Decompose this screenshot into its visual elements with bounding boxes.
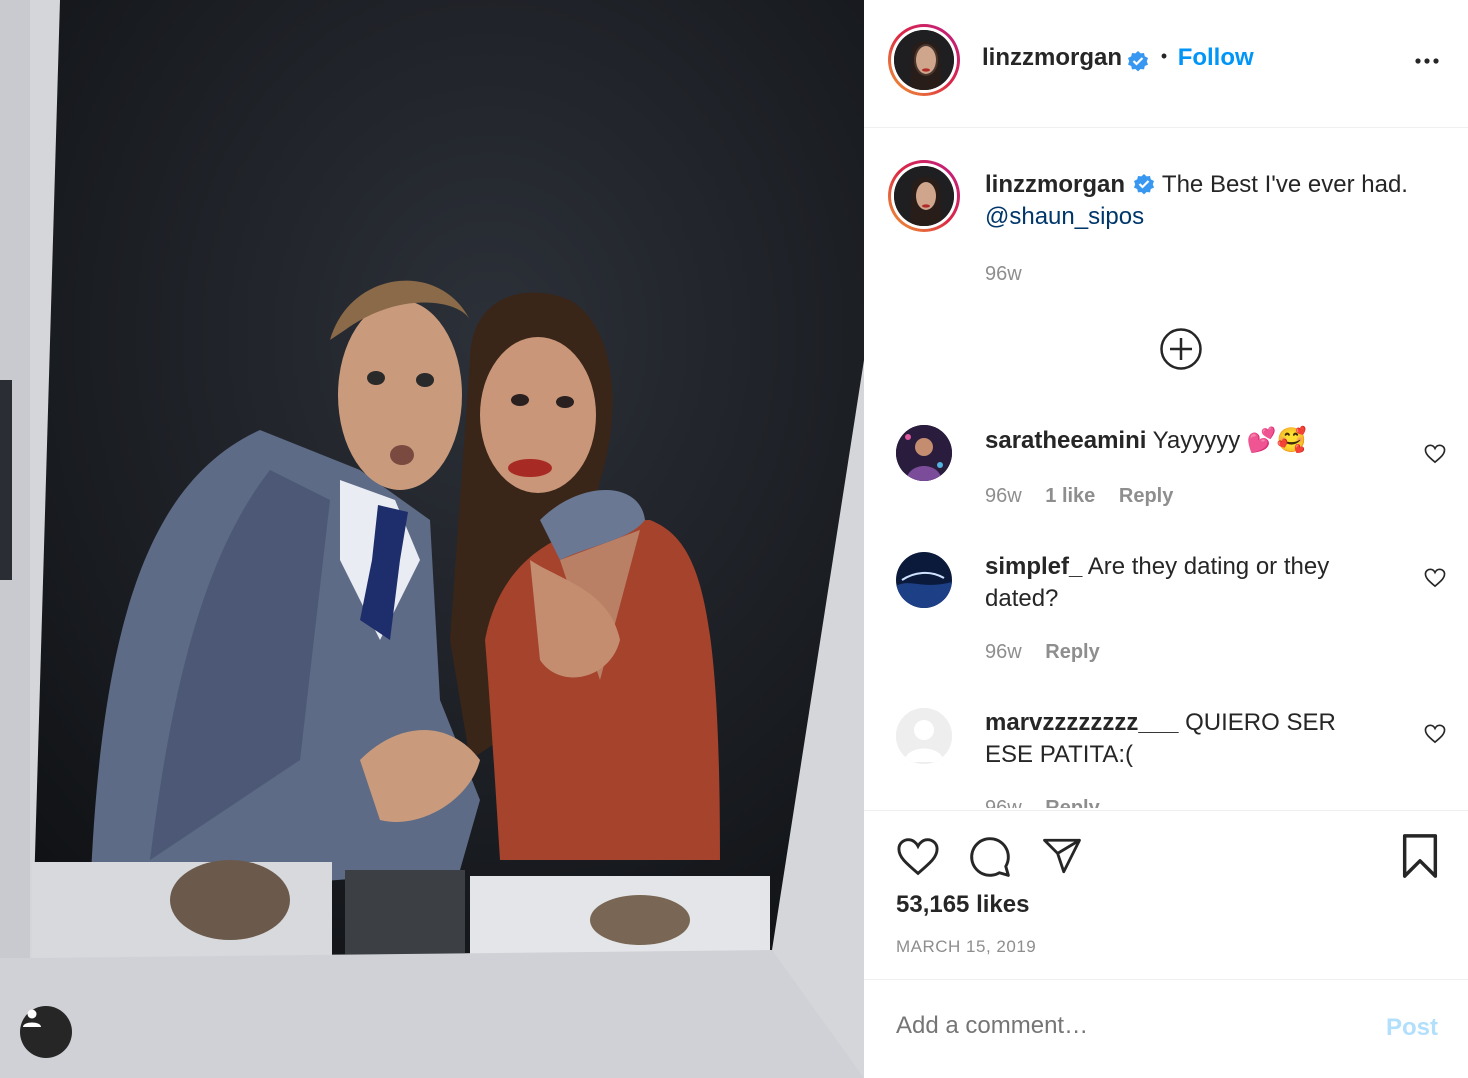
comment-age[interactable]: 96w: [985, 485, 1022, 507]
heart-icon[interactable]: [1424, 724, 1446, 744]
author-username[interactable]: linzzmorgan: [982, 44, 1122, 71]
comment-age[interactable]: 96w: [985, 641, 1022, 663]
commenter-username[interactable]: marvzzzzzzzz___: [985, 709, 1178, 736]
follow-button[interactable]: Follow: [1178, 44, 1254, 71]
commenter-username[interactable]: saratheeamini: [985, 427, 1146, 454]
author-avatar[interactable]: [888, 24, 960, 96]
verified-icon: [1128, 50, 1149, 72]
add-comment-input[interactable]: [896, 1012, 1356, 1040]
user-tag-icon: [23, 1009, 41, 1027]
caption: linzzmorgan The Best I've ever had. @sha…: [985, 169, 1455, 286]
comment-icon[interactable]: [968, 835, 1012, 879]
caption-age[interactable]: 96w: [985, 263, 1455, 286]
bookmark-icon[interactable]: [1400, 833, 1440, 879]
post-header: linzzmorgan • Follow: [864, 0, 1468, 128]
post-actions: 53,165 likes MARCH 15, 2019: [864, 810, 1468, 980]
comment-item: simplef_ Are they dating or they dated? …: [864, 528, 1468, 684]
header-separator: •: [1160, 46, 1168, 66]
commenter-avatar-image: [896, 552, 952, 608]
post-side-panel: linzzmorgan • Follow linzzmorgan The Bes…: [864, 0, 1468, 1078]
comments-list: saratheeamini Yayyyyy 💕🥰 96w 1 like Repl…: [864, 400, 1468, 808]
caption-username[interactable]: linzzmorgan: [985, 171, 1125, 198]
heart-icon[interactable]: [1424, 568, 1446, 588]
commenter-avatar[interactable]: [896, 425, 952, 481]
more-icon[interactable]: [1414, 48, 1440, 74]
share-icon[interactable]: [1040, 835, 1084, 877]
post-comment-button[interactable]: Post: [1386, 1014, 1438, 1042]
caption-avatar-image: [894, 166, 954, 226]
photo-image: [0, 0, 864, 1078]
like-heart-icon[interactable]: [896, 837, 940, 877]
comment-text: Yayyyyy 💕🥰: [1152, 427, 1307, 454]
likes-count[interactable]: 53,165 likes: [896, 891, 1029, 919]
reply-button[interactable]: Reply: [1045, 641, 1099, 663]
post-photo[interactable]: [0, 0, 864, 1078]
commenter-avatar[interactable]: [896, 708, 952, 764]
user-tag-button[interactable]: [20, 1006, 72, 1058]
verified-icon: [1133, 174, 1154, 195]
comment-item: marvzzzzzzzz___ QUIERO SER ESE PATITA:( …: [864, 684, 1468, 808]
load-more-icon[interactable]: [1159, 327, 1203, 371]
commenter-username[interactable]: simplef_: [985, 553, 1082, 580]
commenter-avatar[interactable]: [896, 552, 952, 608]
reply-button[interactable]: Reply: [1045, 797, 1099, 808]
author-avatar-image: [894, 30, 954, 90]
caption-author-avatar[interactable]: [888, 160, 960, 232]
post-date[interactable]: MARCH 15, 2019: [896, 937, 1036, 957]
caption-text: The Best I've ever had.: [1161, 171, 1408, 198]
reply-button[interactable]: Reply: [1119, 485, 1173, 507]
comment-likes[interactable]: 1 like: [1045, 485, 1095, 507]
commenter-avatar-image: [896, 425, 952, 481]
default-avatar-icon: [896, 708, 952, 764]
heart-icon[interactable]: [1424, 444, 1446, 464]
comment-item: saratheeamini Yayyyyy 💕🥰 96w 1 like Repl…: [864, 400, 1468, 528]
comment-age[interactable]: 96w: [985, 797, 1022, 808]
caption-mention[interactable]: @shaun_sipos: [985, 203, 1144, 230]
